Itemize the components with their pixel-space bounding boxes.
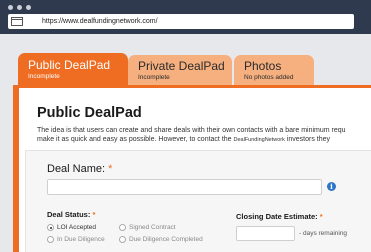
brand-name: DealFundingNetwork	[233, 137, 285, 143]
info-icon[interactable]: i	[327, 182, 336, 191]
tab-title: Public DealPad	[28, 58, 111, 72]
required-marker: *	[319, 212, 323, 221]
page-icon	[11, 17, 23, 26]
days-remaining-input[interactable]	[236, 226, 295, 241]
deal-name-label: Deal Name: *	[47, 163, 112, 175]
tab-photos[interactable]: Photos No photos added	[234, 55, 314, 86]
tab-private-dealpad[interactable]: Private DealPad Incomplete	[128, 55, 232, 86]
window-dot-icon[interactable]	[8, 5, 13, 10]
intro-text-line-2: make it as quick and easy as possible. H…	[37, 135, 371, 145]
status-radio-due-diligence-completed[interactable]	[119, 236, 126, 243]
tab-title: Private DealPad	[138, 59, 225, 73]
browser-toolbar: https://www.dealfundingnetwork.com/	[0, 0, 371, 34]
address-url: https://www.dealfundingnetwork.com/	[42, 18, 158, 25]
status-option-label: In Due Diligence	[57, 236, 105, 243]
status-radio-loi-accepted[interactable]	[47, 224, 54, 231]
address-bar[interactable]: https://www.dealfundingnetwork.com/	[8, 14, 354, 29]
tab-status: No photos added	[244, 74, 294, 81]
window-dot-icon[interactable]	[26, 5, 31, 10]
intro-text-end: investors they	[286, 136, 331, 143]
deal-name-input[interactable]	[47, 179, 322, 195]
status-option-label: LOI Accepted	[57, 224, 97, 231]
tab-status: Incomplete	[28, 73, 60, 80]
intro-text-start: make it as quick and easy as possible. H…	[37, 136, 232, 143]
tab-status: Incomplete	[138, 74, 170, 81]
window-dot-icon[interactable]	[17, 5, 22, 10]
closing-date-label: Closing Date Estimate: *	[236, 212, 323, 221]
days-remaining-label: - days remaining	[299, 230, 348, 237]
deal-status-label-text: Deal Status:	[47, 210, 91, 219]
required-marker: *	[108, 163, 113, 175]
status-radio-in-due-diligence[interactable]	[47, 236, 54, 243]
status-option-label: Signed Contract	[129, 224, 176, 231]
tab-public-dealpad[interactable]: Public DealPad Incomplete	[18, 53, 128, 86]
status-radio-signed-contract[interactable]	[119, 224, 126, 231]
required-marker: *	[92, 210, 96, 219]
page-title: Public DealPad	[37, 105, 142, 121]
closing-date-label-text: Closing Date Estimate:	[236, 212, 318, 221]
deal-status-label: Deal Status: *	[47, 210, 95, 219]
tab-title: Photos	[244, 59, 282, 73]
window-controls	[8, 5, 31, 10]
status-option-label: Due Diligence Completed	[129, 236, 203, 243]
deal-name-label-text: Deal Name:	[47, 163, 106, 175]
